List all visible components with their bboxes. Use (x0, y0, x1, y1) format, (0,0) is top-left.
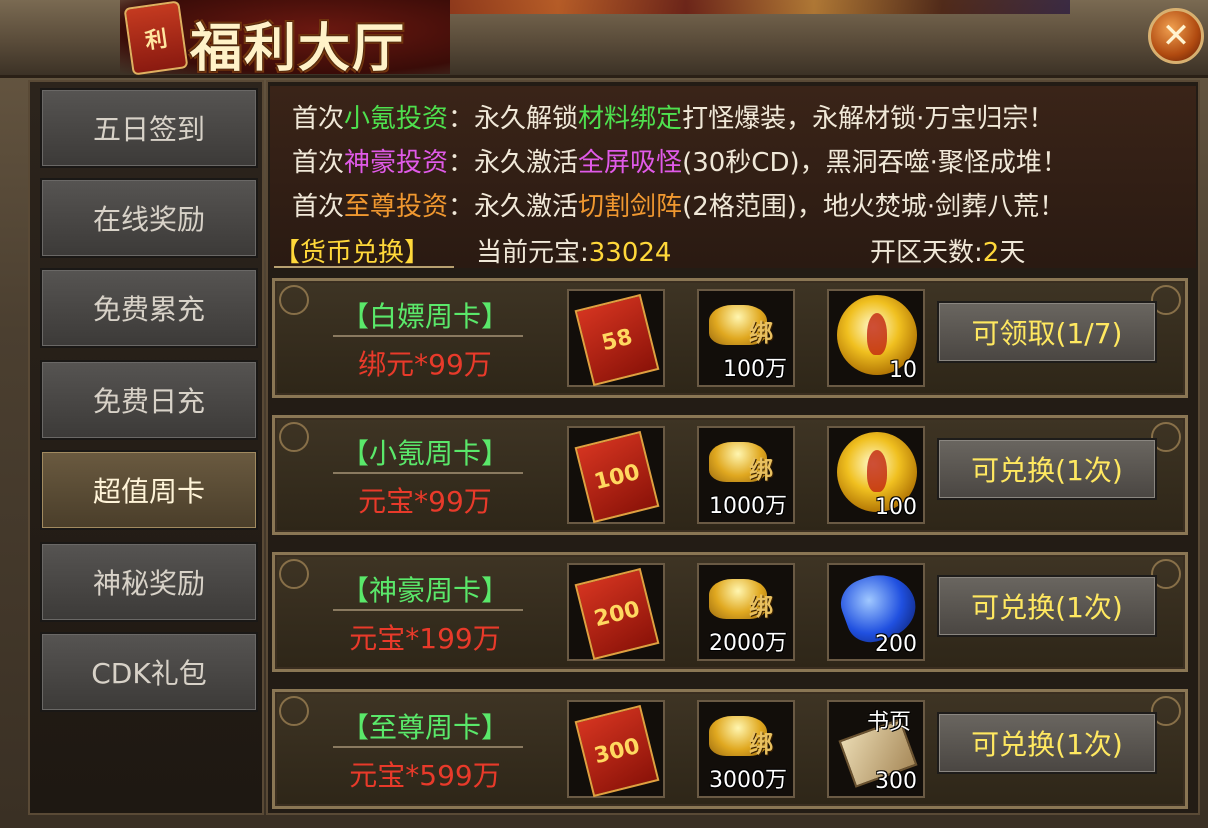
page-title: 福利大厅 (190, 19, 407, 79)
card-name: 【小氪周卡】 (340, 437, 509, 470)
item-quantity: 10 (889, 358, 917, 383)
close-button[interactable]: ✕ (1148, 8, 1204, 64)
reward-slot-ingot[interactable]: 绑 3000万 (697, 700, 795, 798)
sidebar-item-free-daily[interactable]: 免费日充 (40, 360, 258, 440)
red-envelope-icon: 100 (574, 430, 660, 524)
reward-slot-envelope[interactable]: 200 (567, 563, 665, 661)
title-bar: 利 福利大厅 ✕ (0, 0, 1208, 79)
red-envelope-icon: 200 (574, 567, 660, 661)
server-days: 开区天数:2天 (870, 238, 1026, 268)
weekly-card-row: 【白嫖周卡】 绑元*99万 58 绑 100万 10 可领取(1/7) (272, 278, 1188, 398)
sidebar-item-free-cumulative[interactable]: 免费累充 (40, 268, 258, 348)
ingot-balance: 当前元宝:33024 (476, 238, 672, 268)
divider (333, 609, 523, 611)
item-quantity: 300 (875, 769, 917, 794)
reward-slot-item[interactable]: 10 (827, 289, 925, 387)
corner-ornament (279, 559, 309, 589)
ingot-quantity: 100万 (723, 357, 787, 382)
card-name: 【至尊周卡】 (340, 711, 509, 744)
info-line-rich: 首次神豪投资：永久激活全屏吸怪(30秒CD)，黑洞吞噬·聚怪成堆！ (292, 148, 1068, 178)
window-frame: 利 福利大厅 ✕ 五日签到 在线奖励 免费累充 免费日充 超值周卡 神秘奖励 C… (0, 0, 1208, 828)
card-name: 【神豪周卡】 (340, 574, 509, 607)
card-name: 【白嫖周卡】 (340, 300, 509, 333)
weekly-card-row: 【小氪周卡】 元宝*99万 100 绑 1000万 100 可兑换(1次) (272, 415, 1188, 535)
sidebar-item-online-reward[interactable]: 在线奖励 (40, 178, 258, 258)
item-tag: 书页 (867, 710, 912, 735)
reward-slot-envelope[interactable]: 300 (567, 700, 665, 798)
ingot-quantity: 2000万 (709, 631, 787, 656)
reward-slot-ingot[interactable]: 绑 100万 (697, 289, 795, 387)
exchange-button[interactable]: 可兑换(1次) (937, 438, 1157, 500)
ingot-quantity: 3000万 (709, 768, 787, 793)
corner-ornament (279, 285, 309, 315)
divider (333, 472, 523, 474)
sidebar-item-weekly-card[interactable]: 超值周卡 (40, 450, 258, 530)
exchange-button[interactable]: 可兑换(1次) (937, 712, 1157, 774)
card-price: 绑元*99万 (358, 348, 492, 381)
ingot-quantity: 1000万 (709, 494, 787, 519)
reward-slot-envelope[interactable]: 58 (567, 289, 665, 387)
event-banner-strip (430, 0, 1070, 14)
card-price: 元宝*599万 (349, 759, 501, 792)
card-price: 元宝*199万 (349, 622, 501, 655)
sidebar-item-mystery-reward[interactable]: 神秘奖励 (40, 542, 258, 622)
currency-exchange-link[interactable]: 【货币兑换】 (274, 232, 454, 268)
divider (333, 746, 523, 748)
sidebar: 五日签到 在线奖励 免费累充 免费日充 超值周卡 神秘奖励 CDK礼包 (28, 80, 264, 815)
item-quantity: 200 (875, 632, 917, 657)
reward-slot-ingot[interactable]: 绑 2000万 (697, 563, 795, 661)
claim-button[interactable]: 可领取(1/7) (937, 301, 1157, 363)
item-quantity: 100 (875, 495, 917, 520)
sidebar-item-five-day-signin[interactable]: 五日签到 (40, 88, 258, 168)
sidebar-item-cdk-gift[interactable]: CDK礼包 (40, 632, 258, 712)
reward-slot-item[interactable]: 书页 300 (827, 700, 925, 798)
weekly-card-row: 【至尊周卡】 元宝*599万 300 绑 3000万 书页 300 可兑换(1次… (272, 689, 1188, 809)
reward-slot-envelope[interactable]: 100 (567, 426, 665, 524)
seal-icon: 利 (123, 0, 189, 76)
info-line-supreme: 首次至尊投资：永久激活切割剑阵(2格范围)，地火焚城·剑葬八荒！ (292, 192, 1066, 222)
red-envelope-icon: 300 (574, 704, 660, 798)
corner-ornament (279, 422, 309, 452)
weekly-card-row: 【神豪周卡】 元宝*199万 200 绑 2000万 200 可兑换(1次) (272, 552, 1188, 672)
red-envelope-icon: 58 (574, 293, 660, 387)
reward-slot-ingot[interactable]: 绑 1000万 (697, 426, 795, 524)
card-price: 元宝*99万 (358, 485, 492, 518)
info-line-small: 首次小氪投资：永久解锁材料绑定打怪爆装，永解材锁·万宝归宗！ (292, 104, 1055, 134)
status-row: 【货币兑换】 当前元宝:33024 开区天数:2天 (270, 232, 1196, 270)
reward-slot-item[interactable]: 100 (827, 426, 925, 524)
reward-slot-item[interactable]: 200 (827, 563, 925, 661)
divider (333, 335, 523, 337)
exchange-button[interactable]: 可兑换(1次) (937, 575, 1157, 637)
corner-ornament (279, 696, 309, 726)
